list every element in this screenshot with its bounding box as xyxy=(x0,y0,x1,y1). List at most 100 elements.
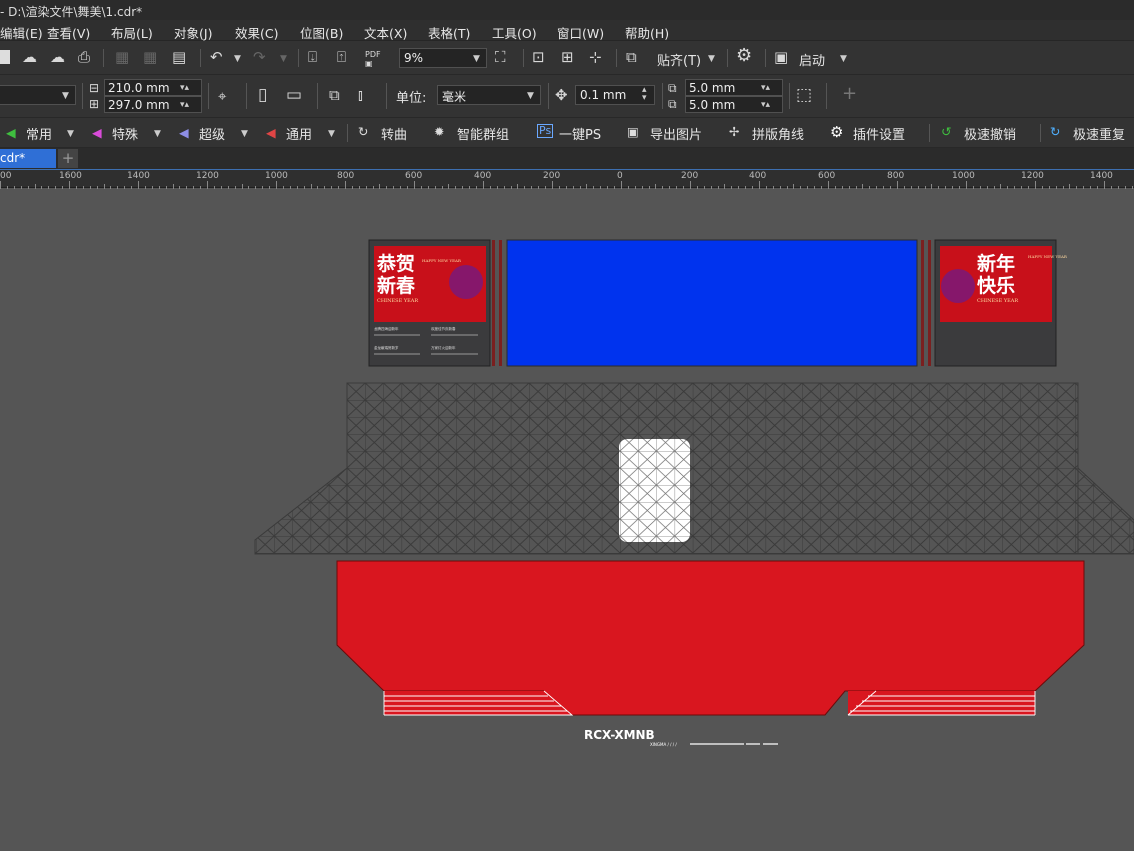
duplicate-x-value: 5.0 mm xyxy=(689,81,736,95)
plugin-settings-button[interactable]: 插件设置 xyxy=(853,124,905,143)
smart-group-icon: ✹ xyxy=(434,124,445,139)
all-pages-icon[interactable]: ⧉ xyxy=(329,87,340,103)
page-height-value: 297.0 mm xyxy=(108,98,170,112)
export-icon[interactable]: ⍐ xyxy=(337,49,346,65)
pillar xyxy=(921,240,924,366)
left-poster-en: HAPPY NEW YEAR xyxy=(422,258,462,263)
snap-to-label[interactable]: 贴齐(T) xyxy=(657,50,701,69)
launch-icon[interactable]: ▣ xyxy=(774,49,788,65)
super-menu[interactable]: 超级 xyxy=(199,124,225,143)
ps-icon: Ps xyxy=(537,124,554,138)
transform-icon[interactable]: ⌖ xyxy=(218,88,226,104)
show-rulers-icon[interactable]: ⊡ xyxy=(532,49,545,65)
menu-tools[interactable]: 工具(O) xyxy=(492,23,537,42)
general-menu[interactable]: 通用 xyxy=(286,124,312,143)
convert-curve-icon: ↻ xyxy=(358,124,369,139)
options-gear-icon[interactable]: ⚙ xyxy=(736,47,752,65)
dup-x-spinner-icon[interactable]: ▾▴ xyxy=(761,83,770,93)
snap-icon[interactable]: ⧉ xyxy=(626,49,637,65)
dup-y-spinner-icon[interactable]: ▾▴ xyxy=(761,100,770,110)
right-poster-title1: 新年 xyxy=(977,252,1015,275)
led-screen[interactable] xyxy=(506,239,918,367)
menu-object[interactable]: 对象(J) xyxy=(174,23,212,42)
import-icon[interactable]: ⍗ xyxy=(308,49,317,65)
tab-document[interactable]: cdr* xyxy=(0,149,56,168)
undo-icon[interactable]: ↶ xyxy=(210,49,223,65)
left-note-3: 金龙献瑞贺新岁 xyxy=(374,345,399,350)
fast-redo-button[interactable]: 极速重复 xyxy=(1073,124,1125,143)
redo-icon[interactable]: ↷ xyxy=(253,49,266,65)
nudge-spinner-icon[interactable]: ▴ ▾ xyxy=(642,86,647,103)
menu-layout[interactable]: 布局(L) xyxy=(111,23,153,42)
width-spinner-icon[interactable]: ▾▴ xyxy=(180,83,189,93)
current-page-icon[interactable]: ⫾ xyxy=(358,87,363,103)
super-icon: ◀ xyxy=(179,125,189,140)
export-image-button[interactable]: 导出图片 xyxy=(650,124,702,143)
dup-y-icon: ⧉ xyxy=(668,97,677,111)
menu-effects[interactable]: 效果(C) xyxy=(235,23,278,42)
left-poster-panel[interactable]: 恭贺 新春 HAPPY NEW YEAR CHINESE YEAR 龙腾四海迎新… xyxy=(368,239,491,367)
plugin-settings-icon: ⚙ xyxy=(830,123,844,141)
menu-bitmaps[interactable]: 位图(B) xyxy=(300,23,343,42)
common-dropdown-icon[interactable]: ▼ xyxy=(67,129,74,139)
menu-text[interactable]: 文本(X) xyxy=(364,23,407,42)
page-width-value: 210.0 mm xyxy=(108,81,170,95)
menu-help[interactable]: 帮助(H) xyxy=(625,23,669,42)
add-icon[interactable]: + xyxy=(842,85,857,103)
crop-marks-button[interactable]: 拼版角线 xyxy=(752,124,804,143)
duplicate-y-value: 5.0 mm xyxy=(689,98,736,112)
cloud-upload-icon[interactable]: ☁ xyxy=(22,49,37,65)
menu-edit[interactable]: 编辑(E) xyxy=(0,23,43,42)
smart-group-button[interactable]: 智能群组 xyxy=(457,124,509,143)
super-dropdown-icon[interactable]: ▼ xyxy=(241,129,248,139)
full-screen-icon[interactable]: ⛶ xyxy=(495,49,506,65)
caption-sub: XINGMA / / / / xyxy=(650,742,677,747)
one-key-ps-button[interactable]: 一键PS xyxy=(559,124,601,143)
show-grid-icon[interactable]: ⊞ xyxy=(561,49,574,65)
cloud-share-icon[interactable]: ☁ xyxy=(50,49,65,65)
undo-dropdown-icon[interactable]: ▼ xyxy=(234,54,241,64)
horizontal-ruler[interactable]: 00 1600 1400 1200 1000 800 600 400 200 0… xyxy=(0,169,1134,189)
show-guidelines-icon[interactable]: ⊹ xyxy=(589,49,602,65)
window-title: - D:\渲染文件\舞美\1.cdr* xyxy=(0,5,143,19)
copy-icon[interactable]: ▦ xyxy=(143,49,157,65)
print-icon[interactable]: ⎙ xyxy=(78,49,90,65)
paste-icon[interactable]: ▤ xyxy=(172,49,186,65)
save-icon[interactable] xyxy=(0,50,10,64)
left-poster-title1: 恭贺 xyxy=(376,252,415,275)
right-poster-en: HAPPY NEW YEAR xyxy=(1028,254,1068,259)
portrait-icon[interactable]: ▯ xyxy=(258,87,267,104)
standard-toolbar: ☁ ☁ ⎙ ▦ ▦ ▤ ↶ ▼ ↷ ▼ ⍗ ⍐ PDF ▣ 9% ▼ ⛶ ⊡ ⊞ … xyxy=(0,41,1134,75)
truss-structure[interactable] xyxy=(254,382,1134,555)
convert-curve-button[interactable]: 转曲 xyxy=(381,124,407,143)
units-select[interactable]: 毫米 xyxy=(437,85,541,105)
menu-view[interactable]: 查看(V) xyxy=(47,23,90,42)
units-dropdown-icon[interactable]: ▼ xyxy=(527,91,534,101)
launch-dropdown-icon[interactable]: ▼ xyxy=(840,54,847,64)
common-menu[interactable]: 常用 xyxy=(26,124,52,143)
page-size-dropdown-icon[interactable]: ▼ xyxy=(62,91,69,101)
landscape-icon[interactable]: ▭ xyxy=(286,87,302,104)
height-spinner-icon[interactable]: ▾▴ xyxy=(180,100,189,110)
page-frame-icon[interactable]: ⬚ xyxy=(796,87,812,104)
caption-main: RCX-XMNB xyxy=(584,728,655,742)
fast-undo-button[interactable]: 极速撤销 xyxy=(964,124,1016,143)
launch-label[interactable]: 启动 xyxy=(799,50,825,69)
general-icon: ◀ xyxy=(266,125,276,140)
pdf-icon[interactable]: PDF ▣ xyxy=(365,50,381,68)
menu-window[interactable]: 窗口(W) xyxy=(557,23,604,42)
snap-dropdown-icon[interactable]: ▼ xyxy=(708,54,715,64)
cut-icon[interactable]: ▦ xyxy=(115,49,129,65)
drawing-canvas[interactable]: 恭贺 新春 HAPPY NEW YEAR CHINESE YEAR 龙腾四海迎新… xyxy=(0,188,1134,851)
general-dropdown-icon[interactable]: ▼ xyxy=(328,129,335,139)
menu-table[interactable]: 表格(T) xyxy=(428,23,470,42)
add-tab-icon[interactable]: + xyxy=(58,149,78,168)
stage-platform[interactable] xyxy=(336,560,1085,716)
left-note-1: 龙腾四海迎新年 xyxy=(374,326,399,331)
special-dropdown-icon[interactable]: ▼ xyxy=(154,129,161,139)
zoom-dropdown-icon[interactable]: ▼ xyxy=(473,54,480,64)
ruler-ticks xyxy=(0,170,1134,189)
special-menu[interactable]: 特殊 xyxy=(112,124,138,143)
right-poster-panel[interactable]: 新年 快乐 HAPPY NEW YEAR CHINESE YEAR xyxy=(934,239,1068,367)
redo-dropdown-icon[interactable]: ▼ xyxy=(280,54,287,64)
